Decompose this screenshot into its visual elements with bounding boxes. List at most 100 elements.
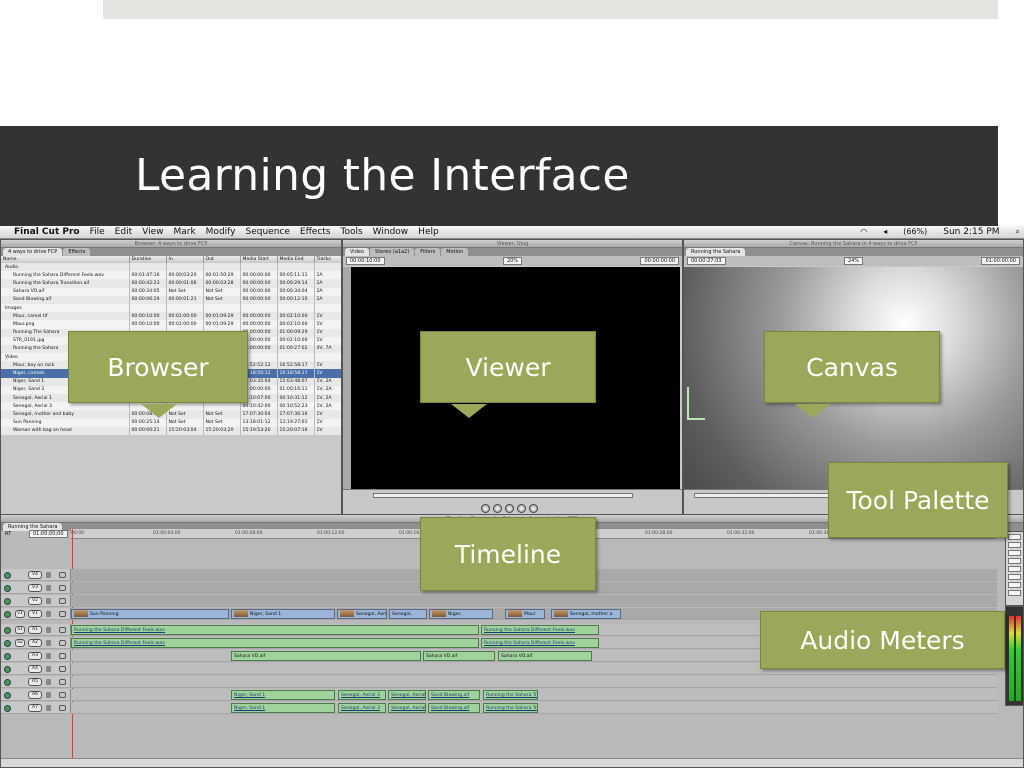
- lock-icon[interactable]: [46, 666, 51, 672]
- column-header[interactable]: In: [166, 256, 204, 263]
- viewer-scrubber[interactable]: [373, 493, 633, 498]
- tab-video[interactable]: Video: [345, 248, 370, 256]
- tab-filters[interactable]: Filters: [415, 248, 441, 256]
- lock-icon[interactable]: [46, 598, 51, 604]
- timeline-clip[interactable]: Senegal, Aerial: [337, 609, 387, 619]
- viewer-loop-button[interactable]: [517, 504, 526, 513]
- zoom-tool[interactable]: [1008, 582, 1021, 588]
- lock-icon[interactable]: [46, 572, 51, 578]
- destination-track-label[interactable]: V2: [28, 597, 42, 605]
- track-visibility-icon[interactable]: [4, 627, 11, 634]
- selection-tool[interactable]: [1008, 534, 1021, 540]
- column-header[interactable]: Name: [1, 256, 130, 263]
- destination-track-label[interactable]: A2: [28, 639, 42, 647]
- tab-effects[interactable]: Effects: [63, 248, 91, 256]
- timeline-clip[interactable]: Senegal, Aerial: [388, 690, 426, 700]
- wifi-icon[interactable]: ◠: [860, 227, 867, 237]
- canvas-current-timecode[interactable]: 01:00:00;00: [981, 257, 1020, 265]
- destination-track-label[interactable]: V1: [28, 610, 42, 618]
- menu-modify[interactable]: Modify: [206, 227, 236, 237]
- timeline-clip[interactable]: Senegal, Aerial 3: [338, 703, 386, 713]
- destination-track-label[interactable]: A3: [28, 652, 42, 660]
- viewer-duration-timecode[interactable]: 00:00:10:00: [346, 257, 385, 265]
- track-visibility-icon[interactable]: [4, 692, 11, 699]
- timeline-clip[interactable]: Running the Sahara Tr: [483, 690, 538, 700]
- auto-select-icon[interactable]: [59, 585, 66, 591]
- auto-select-icon[interactable]: [59, 627, 66, 633]
- timeline-clip[interactable]: Sun Panning: [71, 609, 229, 619]
- menu-mark[interactable]: Mark: [173, 227, 195, 237]
- lock-icon[interactable]: [46, 627, 51, 633]
- rt-menu[interactable]: RT: [5, 531, 11, 537]
- tab-stereo[interactable]: Stereo (a1a2): [370, 248, 415, 256]
- browser-row[interactable]: Sand Blowing.aif 00:00:06:29 00:00:01:21 No…: [1, 295, 341, 304]
- track-visibility-icon[interactable]: [4, 598, 11, 605]
- timeline-clip[interactable]: Running the Sahara Different Feels.wav: [481, 638, 599, 648]
- lock-icon[interactable]: [46, 653, 51, 659]
- audio-track[interactable]: A6 Niger, Sand 1 Senegal, Aerial 3 Senegal,…: [1, 689, 997, 701]
- destination-track-label[interactable]: A5: [28, 678, 42, 686]
- menu-edit[interactable]: Edit: [115, 227, 132, 237]
- column-header[interactable]: Media Start: [240, 256, 278, 263]
- auto-select-icon[interactable]: [59, 692, 66, 698]
- browser-row[interactable]: Sahara VO.aif 00:00:34:05 Not Set Not Set 00…: [1, 287, 341, 296]
- column-header[interactable]: Duration: [129, 256, 167, 263]
- column-header[interactable]: Tracks: [314, 256, 341, 263]
- viewer-play-in-out-button[interactable]: [493, 504, 502, 513]
- auto-select-icon[interactable]: [59, 705, 66, 711]
- timeline-clip[interactable]: Niger,: [429, 609, 493, 619]
- source-patch[interactable]: a1: [15, 626, 25, 634]
- menu-help[interactable]: Help: [418, 227, 439, 237]
- roll-edit-tool[interactable]: [1008, 558, 1021, 564]
- track-selection-tool[interactable]: [1008, 550, 1021, 556]
- canvas-zoom[interactable]: 24%: [843, 257, 864, 265]
- auto-select-icon[interactable]: [59, 611, 66, 617]
- timeline-current-timecode[interactable]: 01:00:00;00: [29, 530, 68, 538]
- destination-track-label[interactable]: A7: [28, 704, 42, 712]
- lock-icon[interactable]: [46, 640, 51, 646]
- audio-track[interactable]: A7 Niger, Sand 1 Senegal, Aerial 3 Senegal,…: [1, 702, 997, 714]
- browser-row[interactable]: Images: [1, 303, 341, 313]
- lock-icon[interactable]: [46, 585, 51, 591]
- auto-select-icon[interactable]: [59, 653, 66, 659]
- slip-tool[interactable]: [1008, 566, 1021, 572]
- menu-tools[interactable]: Tools: [341, 227, 363, 237]
- spotlight-icon[interactable]: ⌕: [1016, 227, 1020, 237]
- lock-icon[interactable]: [46, 692, 51, 698]
- timeline-clip[interactable]: Senegal, mother a: [551, 609, 621, 619]
- source-patch[interactable]: a2: [15, 639, 25, 647]
- crop-tool[interactable]: [1008, 590, 1021, 596]
- track-visibility-icon[interactable]: [4, 705, 11, 712]
- timeline-horizontal-scrollbar[interactable]: [1, 758, 1023, 767]
- tab-project[interactable]: 4 ways to drive FCP: [3, 248, 63, 256]
- timeline-clip[interactable]: Senegal, Aerial: [388, 703, 426, 713]
- viewer-zoom[interactable]: 20%: [502, 257, 523, 265]
- auto-select-icon[interactable]: [59, 640, 66, 646]
- timeline-clip[interactable]: Maur: [505, 609, 545, 619]
- tab-sequence[interactable]: Running the Sahara: [686, 248, 746, 256]
- lock-icon[interactable]: [46, 679, 51, 685]
- menu-effects[interactable]: Effects: [300, 227, 331, 237]
- timeline-clip[interactable]: Niger, Sand 1: [231, 690, 335, 700]
- column-header[interactable]: Media End: [277, 256, 315, 263]
- canvas-duration-timecode[interactable]: 00:00:27:03: [687, 257, 726, 265]
- browser-row[interactable]: Running the Sahara Transition.aif 00:00:4…: [1, 279, 341, 288]
- track-visibility-icon[interactable]: [4, 653, 11, 660]
- timeline-clip[interactable]: Senegal, Aerial 3: [338, 690, 386, 700]
- track-visibility-icon[interactable]: [4, 679, 11, 686]
- timeline-clip[interactable]: Niger, Sand 1: [231, 609, 335, 619]
- timeline-clip[interactable]: Sand Blowing.aif: [428, 690, 480, 700]
- timeline-clip[interactable]: Running the Sahara Different Feels.wav: [71, 638, 479, 648]
- viewer-play-button[interactable]: [505, 504, 514, 513]
- auto-select-icon[interactable]: [59, 679, 66, 685]
- column-header[interactable]: Out: [203, 256, 241, 263]
- track-visibility-icon[interactable]: [4, 640, 11, 647]
- auto-select-icon[interactable]: [59, 666, 66, 672]
- timeline-clip[interactable]: Sahara VO.aif: [423, 651, 495, 661]
- browser-row[interactable]: Sun Panning 00:00:25:14 Not Set Not Set 13:1…: [1, 418, 341, 427]
- audio-track[interactable]: A5: [1, 676, 997, 688]
- tab-motion[interactable]: Motion: [441, 248, 469, 256]
- auto-select-icon[interactable]: [59, 572, 66, 578]
- lock-icon[interactable]: [46, 705, 51, 711]
- timeline-clip[interactable]: Sand Blowing.aif: [428, 703, 480, 713]
